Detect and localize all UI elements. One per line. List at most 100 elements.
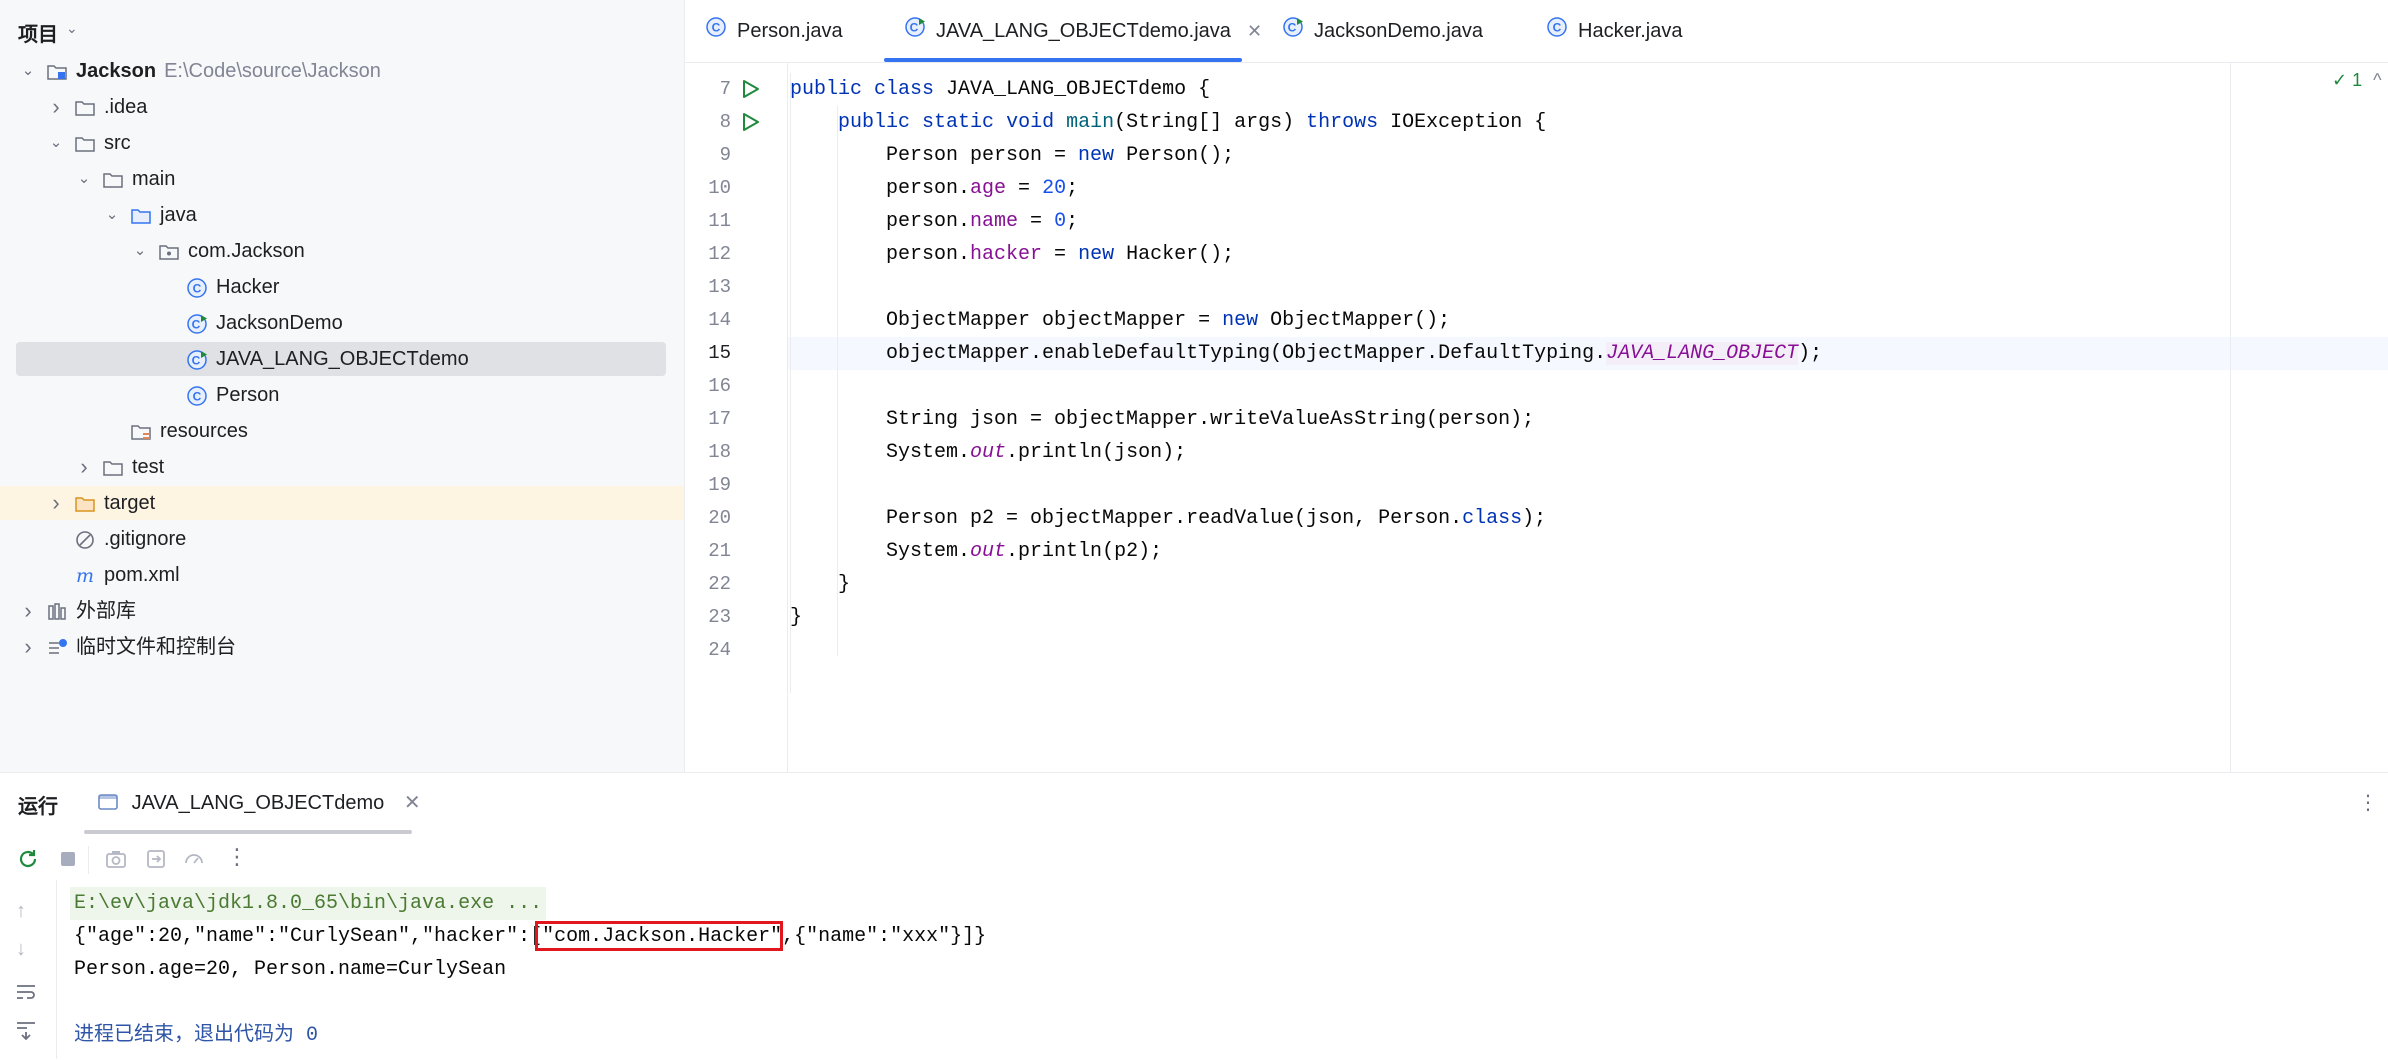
source-folder-icon (130, 204, 152, 226)
tree-item-label: JacksonDemo (216, 312, 343, 334)
chevron-right-icon[interactable]: › (18, 594, 38, 628)
tree-item[interactable]: › 外部库 (16, 594, 666, 628)
line-number: 11 (708, 210, 731, 232)
dashboard-icon[interactable] (182, 847, 206, 871)
code-line: } (790, 573, 851, 596)
scroll-to-end-icon[interactable] (14, 1018, 38, 1042)
code-line: String json = objectMapper.writeValueAsS… (790, 408, 1535, 431)
scratches-icon (46, 636, 68, 658)
camera-icon[interactable] (104, 847, 128, 871)
code-line: System.out.println(json); (790, 441, 1187, 464)
code-line: } (790, 606, 803, 629)
runnable-class-icon: C (186, 312, 208, 334)
tree-item[interactable]: resources (16, 414, 666, 448)
line-number: 14 (708, 309, 731, 331)
run-config-tab[interactable]: JAVA_LANG_OBJECTdemo ✕ (98, 790, 421, 815)
soft-wrap-icon[interactable] (14, 980, 38, 1004)
inspection-count: 1 (2352, 70, 2363, 90)
more-options-icon[interactable]: ⋮ (2358, 790, 2378, 815)
line-number: 8 (719, 111, 731, 133)
tree-item[interactable]: m pom.xml (16, 558, 666, 592)
tree-item-label: Hacker (216, 276, 280, 298)
chevron-right-icon[interactable]: › (46, 486, 66, 520)
runnable-class-icon: C (186, 348, 208, 370)
code-line: ObjectMapper objectMapper = new ObjectMa… (790, 309, 1451, 332)
line-number: 10 (708, 177, 731, 199)
highlight-annotation-box (535, 921, 783, 951)
inspection-widget[interactable]: ✓ 1 ^ (2332, 70, 2382, 91)
console-exit-line: 进程已结束，退出代码为 0 (74, 1024, 319, 1047)
line-gutter[interactable]: 7 8 9 10 11 12 13 14 15 16 17 18 19 20 21 22 23 24 (685, 63, 820, 772)
close-icon[interactable]: ✕ (404, 792, 421, 814)
code-line: person.name = 0; (790, 210, 1079, 233)
chevron-up-icon[interactable]: ^ (2373, 70, 2381, 90)
tree-item[interactable]: .gitignore (16, 522, 666, 556)
chevron-down-icon[interactable]: ⌄ (102, 198, 122, 232)
chevron-down-icon[interactable]: ⌄ (66, 20, 78, 37)
tree-item-label: java (160, 204, 197, 226)
close-icon[interactable]: ✕ (1247, 21, 1262, 41)
tree-item[interactable]: › 临时文件和控制台 (16, 630, 666, 664)
code-editor[interactable]: 7 8 9 10 11 12 13 14 15 16 17 18 19 20 21 22 23 24 public… (685, 63, 2388, 772)
toolbar-separator (88, 846, 89, 874)
line-number: 17 (708, 408, 731, 430)
resources-folder-icon (130, 420, 152, 442)
runnable-class-icon: C (1282, 1, 1304, 63)
tree-item[interactable]: ⌄ src (16, 126, 666, 160)
indent-guide (790, 73, 791, 693)
editor-tab-label: JacksonDemo.java (1314, 20, 1483, 42)
editor-tab[interactable]: C JAVA_LANG_OBJECTdemo.java ✕ (904, 0, 1262, 62)
svg-text:C: C (193, 282, 202, 296)
module-icon (46, 60, 68, 82)
chevron-down-icon[interactable]: ⌄ (130, 234, 150, 268)
tree-item[interactable]: › target (0, 486, 684, 520)
tree-item[interactable]: ⌄ java (16, 198, 666, 232)
tree-item[interactable]: C JAVA_LANG_OBJECTdemo (16, 342, 666, 376)
code-line: public class JAVA_LANG_OBJECTdemo { (790, 78, 1211, 101)
class-icon: C (186, 276, 208, 298)
folder-icon (102, 168, 124, 190)
chevron-down-icon[interactable]: ⌄ (46, 126, 66, 160)
arrow-up-icon[interactable]: ↑ (16, 900, 26, 923)
rerun-icon[interactable] (16, 847, 40, 871)
library-icon (46, 600, 68, 622)
class-icon: C (186, 384, 208, 406)
tree-item[interactable]: ⌄ com.Jackson (16, 234, 666, 268)
toolbar-more-icon[interactable]: ⋮ (226, 844, 248, 870)
tree-item-label: .gitignore (104, 528, 187, 550)
tree-item[interactable]: C Hacker (16, 270, 666, 304)
import-icon[interactable] (144, 847, 168, 871)
class-icon: C (705, 1, 727, 63)
tree-item-label: test (132, 456, 165, 478)
line-number: 9 (719, 144, 731, 166)
stop-icon[interactable] (56, 847, 80, 871)
svg-text:C: C (712, 20, 721, 34)
svg-text:m: m (76, 565, 94, 587)
runnable-class-icon: C (904, 1, 926, 63)
chevron-down-icon[interactable]: ⌄ (74, 162, 94, 196)
excluded-folder-icon (74, 492, 96, 514)
tree-item[interactable]: › test (16, 450, 666, 484)
tree-item[interactable]: C JacksonDemo (16, 306, 666, 340)
editor-tab[interactable]: C JacksonDemo.java (1282, 0, 1483, 62)
tree-item[interactable]: C Person (16, 378, 666, 412)
chevron-right-icon[interactable]: › (18, 630, 38, 664)
run-gutter-icon[interactable] (739, 111, 761, 133)
chevron-down-icon[interactable]: ⌄ (18, 54, 38, 88)
editor-tab[interactable]: C Person.java (705, 0, 843, 62)
arrow-down-icon[interactable]: ↓ (16, 938, 26, 961)
project-panel-title[interactable]: 项目 (18, 18, 58, 47)
chevron-right-icon[interactable]: › (46, 90, 66, 124)
console-icon (98, 794, 118, 810)
json-prefix: {"age":20,"name":"CurlySean","hacker":[ (74, 925, 543, 948)
run-gutter-icon[interactable] (739, 78, 761, 100)
run-tab-label: JAVA_LANG_OBJECTdemo (131, 792, 385, 814)
tree-item[interactable]: ⌄ main (16, 162, 666, 196)
editor-tab-label: Hacker.java (1578, 20, 1683, 42)
tree-item-label: main (132, 168, 176, 190)
tree-item[interactable]: › .idea (16, 90, 666, 124)
chevron-right-icon[interactable]: › (74, 450, 94, 484)
editor-tab[interactable]: C Hacker.java (1546, 0, 1683, 62)
tree-item[interactable]: ⌄ Jackson E:\Code\source\Jackson (16, 54, 666, 88)
code-line: person.hacker = new Hacker(); (790, 243, 1235, 266)
